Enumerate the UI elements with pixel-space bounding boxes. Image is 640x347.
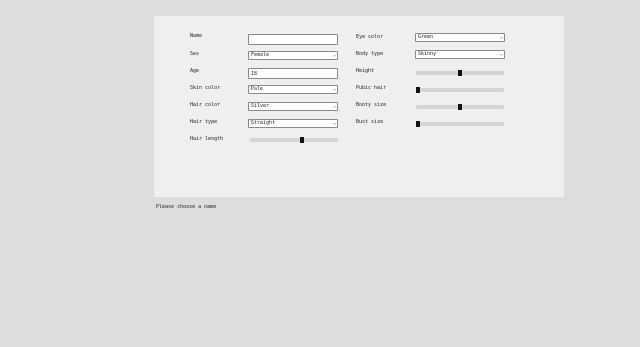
bust-size-slider[interactable] (416, 121, 504, 127)
name-input[interactable] (248, 34, 338, 45)
sex-select[interactable]: Female ⌄ (248, 51, 338, 60)
age-input[interactable] (248, 68, 338, 79)
body-type-select[interactable]: Skinny ⌄ (415, 50, 505, 59)
chevron-down-icon: ⌄ (332, 103, 336, 109)
age-label: Age (190, 68, 200, 74)
height-label: Height (356, 68, 375, 74)
name-label: Name (190, 33, 203, 39)
booty-size-label: Booty size (356, 102, 387, 108)
bust-size-slider-thumb[interactable] (416, 121, 420, 127)
height-slider-thumb[interactable] (458, 70, 462, 76)
hair-length-label: Hair length (190, 136, 224, 142)
booty-size-slider-thumb[interactable] (458, 104, 462, 110)
hair-length-slider-thumb[interactable] (300, 137, 304, 143)
pubic-hair-slider[interactable] (416, 87, 504, 93)
skin-color-select[interactable]: Pale ⌄ (248, 85, 338, 94)
eye-color-select[interactable]: Green ⌄ (415, 33, 505, 42)
body-type-label: Body type (356, 51, 384, 57)
sex-select-value: Female (251, 52, 270, 58)
skin-color-select-value: Pale (251, 86, 264, 92)
pubic-hair-label: Pubic hair (356, 85, 387, 91)
character-form-panel: Name Sex Female ⌄ Age Skin color Pale ⌄ … (154, 16, 564, 197)
hair-type-select-value: Straight (251, 120, 276, 126)
eye-color-select-value: Green (418, 34, 434, 40)
hair-color-select-value: Silver (251, 103, 270, 109)
body-type-select-value: Skinny (418, 51, 437, 57)
height-slider[interactable] (416, 70, 504, 76)
sex-label: Sex (190, 51, 200, 57)
chevron-down-icon: ⌄ (499, 34, 503, 40)
pubic-hair-slider-thumb[interactable] (416, 87, 420, 93)
booty-size-slider[interactable] (416, 104, 504, 110)
eye-color-label: Eye color (356, 34, 384, 40)
hair-color-select[interactable]: Silver ⌄ (248, 102, 338, 111)
hair-type-select[interactable]: Straight ⌄ (248, 119, 338, 128)
bust-size-label: Bust size (356, 119, 384, 125)
hair-color-label: Hair color (190, 102, 221, 108)
chevron-down-icon: ⌄ (332, 86, 336, 92)
hair-type-label: Hair type (190, 119, 218, 125)
chevron-down-icon: ⌄ (332, 120, 336, 126)
chevron-down-icon: ⌄ (499, 51, 503, 57)
chevron-down-icon: ⌄ (332, 52, 336, 58)
skin-color-label: Skin color (190, 85, 221, 91)
hair-length-slider[interactable] (250, 137, 338, 143)
status-message: Please choose a name (156, 204, 217, 210)
